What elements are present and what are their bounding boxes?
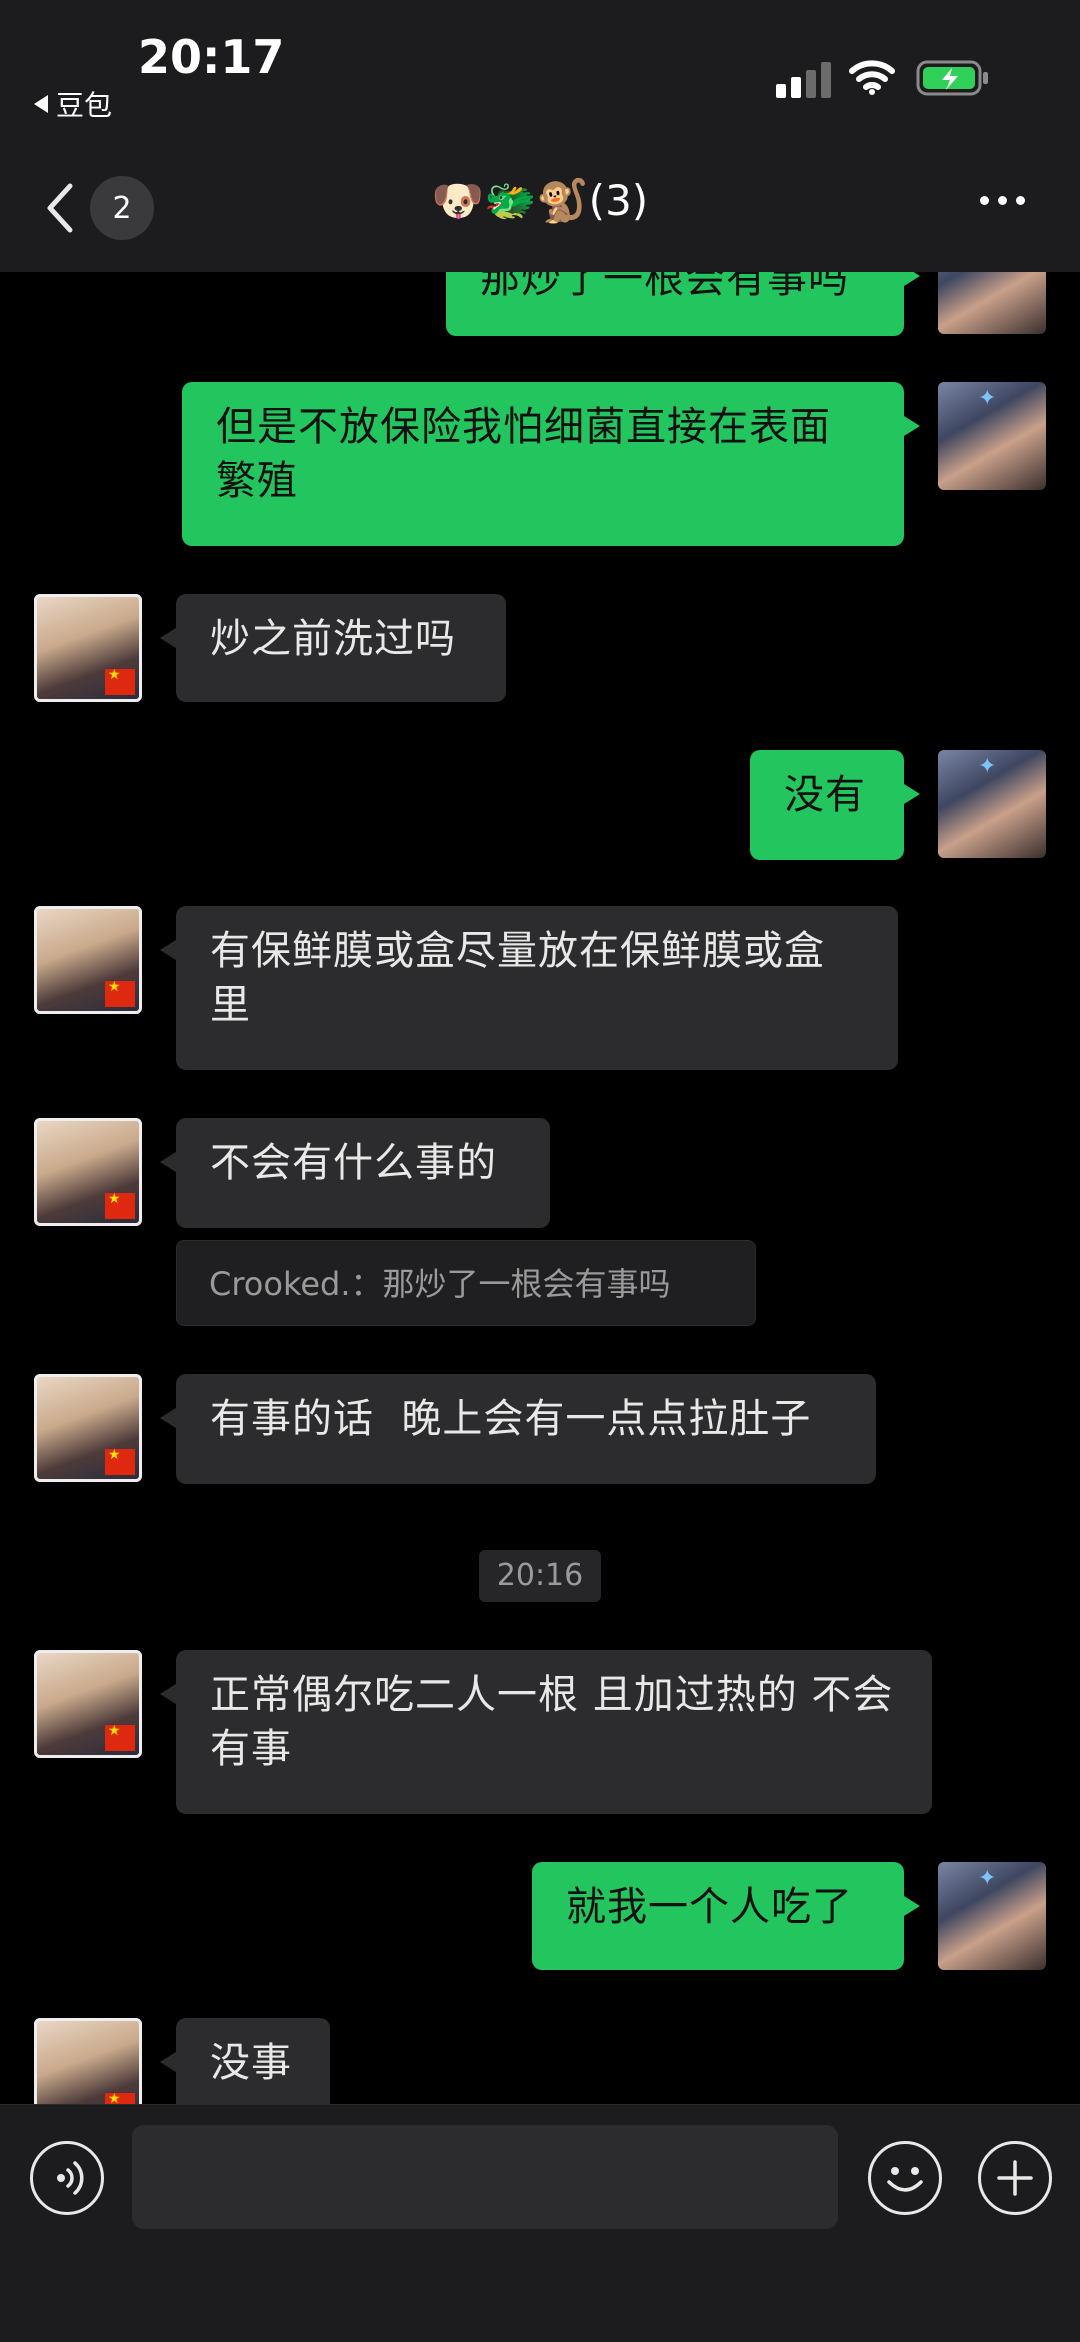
back-app-label: 豆包 [56,89,113,122]
cellular-signal-icon [776,62,831,98]
back-to-app-link[interactable]: 豆包 [34,84,112,124]
self-avatar[interactable]: ✦ [938,750,1046,858]
bird-icon: ✦ [978,1866,997,1891]
dot [1016,196,1025,205]
message-bubble-self[interactable]: 但是不放保险我怕细菌直接在表面繁殖 [182,382,920,546]
smiley-face-icon [887,2167,923,2192]
bird-icon: ✦ [978,754,997,779]
flag-icon [105,979,135,1007]
input-bar [0,2104,1080,2342]
message-bubble-other[interactable]: 有事的话 晚上会有一点点拉肚子 [160,1374,876,1484]
back-triangle-icon [34,95,48,113]
message-bubble-other[interactable]: 不会有什么事的 [160,1118,550,1228]
message-bubble-self[interactable]: 就我一个人吃了 [532,1862,920,1970]
message-bubble-other[interactable]: 炒之前洗过吗 [160,594,506,702]
bird-icon: ✦ [978,386,997,411]
flag-icon [105,1723,135,1751]
self-avatar[interactable]: ✦ [938,382,1046,490]
contact-avatar[interactable] [34,594,142,702]
battery-charging-icon [916,60,988,96]
timestamp: 20:16 [479,1550,601,1602]
flag-icon [105,667,135,695]
contact-avatar[interactable] [34,906,142,1014]
voice-icon[interactable] [30,2141,104,2215]
contact-avatar[interactable] [34,1118,142,1226]
flag-icon [105,1191,135,1219]
dot [998,196,1007,205]
plus-icon[interactable] [978,2141,1052,2215]
contact-avatar[interactable] [34,1374,142,1482]
self-avatar[interactable]: ✦ [938,1862,1046,1970]
message-bubble-other[interactable]: 正常偶尔吃二人一根 且加过热的 不会有事 [160,1650,932,1814]
chat-title[interactable]: 🐶🐲🐒(3) [0,176,1080,226]
flag-icon [105,1447,135,1475]
top-bar: 20:17 豆包 2 🐶🐲🐒(3) [0,0,1080,272]
contact-avatar[interactable] [34,1650,142,1758]
quoted-message[interactable]: Crooked.：那炒了一根会有事吗 [176,1240,756,1326]
wifi-icon [849,60,895,95]
message-bubble-other[interactable]: 有保鲜膜或盒尽量放在保鲜膜或盒里 [160,906,898,1070]
more-dots-icon[interactable] [980,196,1025,205]
emoji-icon[interactable] [868,2141,942,2215]
voice-waves-icon [57,2161,84,2195]
message-bubble-self[interactable]: 没有 [750,750,920,860]
message-input[interactable] [132,2125,838,2229]
plus-glyph-icon [997,2160,1033,2196]
status-time: 20:17 [138,30,285,84]
dot [980,196,989,205]
